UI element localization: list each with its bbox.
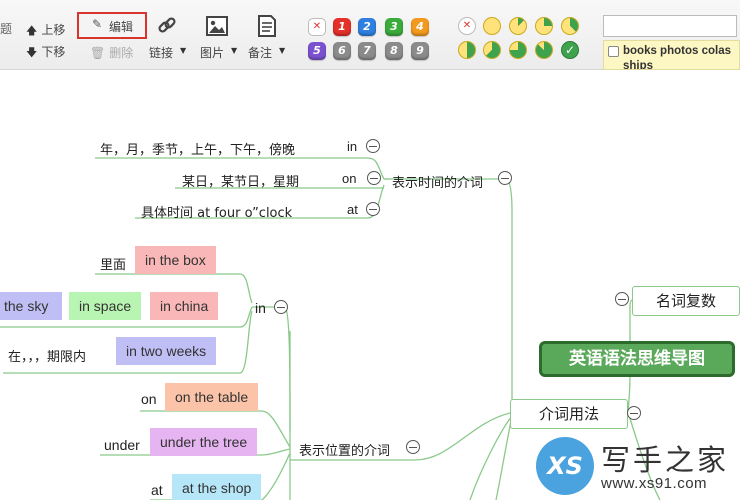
priority-8-icon[interactable]: 8 xyxy=(385,42,403,60)
tag-in-china[interactable]: in china xyxy=(150,292,219,320)
move-down-button[interactable]: 🡇 下移 xyxy=(26,41,65,63)
priority-7-icon[interactable]: 7 xyxy=(358,42,376,60)
chevron-down-icon: ▼ xyxy=(231,46,238,55)
collapse-toggle[interactable] xyxy=(366,139,380,153)
progress-3-of-8-icon[interactable] xyxy=(561,17,579,35)
progress-6-of-8-icon[interactable] xyxy=(509,41,527,59)
place-in-prep[interactable]: in xyxy=(255,300,266,316)
pencil-icon: ✎ xyxy=(92,17,103,31)
collapse-toggle[interactable] xyxy=(406,440,420,454)
collapse-toggle[interactable] xyxy=(274,300,288,314)
collapse-toggle[interactable] xyxy=(366,202,380,216)
chain-link-icon xyxy=(158,17,176,33)
xs-logo: XS xyxy=(536,437,594,495)
progress-complete-icon[interactable]: ✓ xyxy=(561,41,579,59)
edit-button[interactable]: ✎ 编辑 xyxy=(77,12,147,39)
time-item-prep[interactable]: at xyxy=(347,202,358,217)
arrow-down-icon: 🡇 xyxy=(26,46,38,59)
root-node[interactable]: 英语语法思维导图 xyxy=(539,341,735,377)
remove-progress-icon[interactable]: ✕ xyxy=(458,17,476,35)
priority-4-icon[interactable]: 4 xyxy=(411,18,429,36)
image-button[interactable]: 图片 ▼ xyxy=(198,14,238,62)
place-under-prep[interactable]: under xyxy=(104,437,140,453)
time-item-text[interactable]: 年，月，季节，上午，下午，傍晚 xyxy=(100,139,295,158)
time-item-prep[interactable]: in xyxy=(347,139,357,154)
tag-at-the-shop[interactable]: at the shop xyxy=(172,474,262,500)
progress-0-of-8-icon[interactable] xyxy=(483,17,501,35)
time-group-label[interactable]: 表示时间的介词 xyxy=(392,172,483,191)
branch-right-node[interactable]: 名词复数 xyxy=(632,286,740,316)
move-up-button[interactable]: 🡅 上移 xyxy=(26,19,65,41)
note-icon xyxy=(258,15,276,37)
edit-label: 编辑 xyxy=(109,20,134,34)
resource-panel[interactable]: books photos colas ships xyxy=(603,40,740,70)
place-on-prep[interactable]: on xyxy=(141,391,157,407)
link-button[interactable]: 链接 ▼ xyxy=(147,14,187,62)
move-up-label: 上移 xyxy=(41,23,66,37)
watermark: XS 写手之家 www.xs91.com xyxy=(533,437,738,497)
progress-5-of-8-icon[interactable] xyxy=(483,41,501,59)
tag-in-the-box[interactable]: in the box xyxy=(135,246,216,274)
progress-1-of-8-icon[interactable] xyxy=(509,17,527,35)
note-button[interactable]: 备注 ▼ xyxy=(248,14,290,62)
time-item-text[interactable]: 具体时间 at four o”clock xyxy=(141,202,292,221)
priority-5-icon[interactable]: 5 xyxy=(308,42,326,60)
picture-icon xyxy=(206,16,228,36)
place-in-label[interactable]: 在，，，期限内 xyxy=(8,346,86,365)
mindmap-canvas[interactable]: 年，月，季节，上午，下午，傍晚 in 某日，某节日，星期 on 具体时间 at … xyxy=(0,71,740,500)
note-label: 备注 xyxy=(248,46,273,60)
toolbar: 题 🡅 上移 🡇 下移 ✎ 编辑 🗑 删除 链接 ▼ 图片 ▼ 备注 ▼ ✕ 1… xyxy=(0,0,740,70)
progress-7-of-8-icon[interactable] xyxy=(535,41,553,59)
time-item-text[interactable]: 某日，某节日，星期 xyxy=(182,171,299,190)
place-at-prep[interactable]: at xyxy=(151,482,163,498)
priority-2-icon[interactable]: 2 xyxy=(358,18,376,36)
tag-in-space[interactable]: in space xyxy=(69,292,142,320)
remove-priority-icon[interactable]: ✕ xyxy=(308,18,326,36)
image-label: 图片 xyxy=(200,46,225,60)
priority-6-icon[interactable]: 6 xyxy=(333,42,351,60)
priority-3-icon[interactable]: 3 xyxy=(385,18,403,36)
priority-9-icon[interactable]: 9 xyxy=(411,42,429,60)
resource-text: books photos colas ships xyxy=(623,45,731,70)
trash-icon: 🗑 xyxy=(90,46,106,60)
place-in-label[interactable]: 里面 xyxy=(100,254,126,273)
collapse-toggle[interactable] xyxy=(627,406,641,420)
collapse-toggle[interactable] xyxy=(498,171,512,185)
collapse-toggle[interactable] xyxy=(367,171,381,185)
connector-lines xyxy=(0,157,661,500)
tag-on-the-table[interactable]: on the table xyxy=(165,383,259,411)
chevron-down-icon: ▼ xyxy=(180,46,187,55)
priority-1-icon[interactable]: 1 xyxy=(333,18,351,36)
watermark-title: 写手之家 xyxy=(601,443,730,477)
collapse-toggle[interactable] xyxy=(615,292,629,306)
resource-checkbox[interactable] xyxy=(608,46,619,57)
chevron-down-icon: ▼ xyxy=(279,46,286,55)
progress-2-of-8-icon[interactable] xyxy=(535,17,553,35)
place-group-label[interactable]: 表示位置的介词 xyxy=(299,440,390,459)
arrow-up-icon: 🡅 xyxy=(26,24,38,37)
tag-under-the-tree[interactable]: under the tree xyxy=(150,428,258,456)
branch-left-node[interactable]: 介词用法 xyxy=(510,399,628,429)
delete-button[interactable]: 🗑 删除 xyxy=(90,42,133,61)
watermark-url: www.xs91.com xyxy=(601,475,708,492)
partial-button-label[interactable]: 题 xyxy=(0,20,12,37)
link-label: 链接 xyxy=(149,46,174,60)
search-input[interactable] xyxy=(603,15,737,37)
tag-in-two-weeks[interactable]: in two weeks xyxy=(116,337,217,365)
progress-4-of-8-icon[interactable] xyxy=(458,41,476,59)
tag-the-sky[interactable]: the sky xyxy=(0,292,62,320)
time-item-prep[interactable]: on xyxy=(342,171,356,186)
delete-label: 删除 xyxy=(109,46,134,60)
move-down-label: 下移 xyxy=(41,45,66,59)
